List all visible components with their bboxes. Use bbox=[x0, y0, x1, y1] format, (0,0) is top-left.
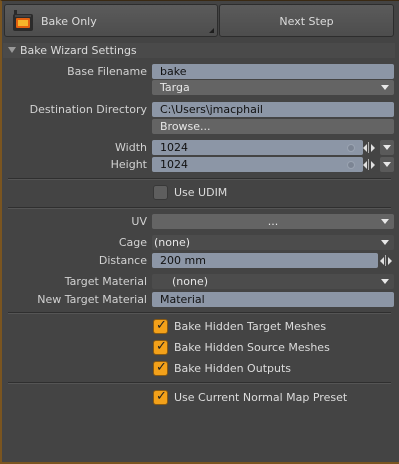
height-preset-dropdown[interactable] bbox=[380, 157, 394, 172]
height-value: 1024 bbox=[160, 158, 188, 171]
chevron-down-icon bbox=[381, 240, 389, 245]
cage-label: Cage bbox=[118, 236, 147, 249]
next-step-button[interactable]: Next Step bbox=[219, 4, 394, 37]
use-udim-label: Use UDIM bbox=[174, 186, 228, 199]
bake-hidden-outputs-label: Bake Hidden Outputs bbox=[174, 362, 291, 375]
height-keyframe-dot-icon[interactable] bbox=[347, 161, 355, 169]
chevron-down-icon bbox=[383, 145, 391, 150]
width-spinner-icon[interactable] bbox=[362, 141, 376, 154]
target-material-value: (none) bbox=[172, 275, 209, 288]
bake-hidden-source-meshes-checkbox[interactable]: ✓ bbox=[153, 339, 168, 355]
divider bbox=[8, 382, 391, 384]
divider bbox=[8, 207, 391, 209]
chevron-down-icon bbox=[381, 85, 389, 90]
bake-hidden-target-meshes-label: Bake Hidden Target Meshes bbox=[174, 320, 327, 333]
base-filename-label: Base Filename bbox=[67, 65, 147, 78]
width-preset-dropdown[interactable] bbox=[380, 140, 394, 155]
distance-input[interactable]: 200 mm bbox=[152, 253, 378, 268]
collapse-triangle-icon bbox=[8, 47, 16, 53]
distance-spinner-icon[interactable] bbox=[379, 254, 393, 267]
base-filename-input[interactable]: bake bbox=[152, 64, 394, 79]
uv-value: ... bbox=[267, 215, 279, 228]
width-keyframe-dot-icon[interactable] bbox=[347, 144, 355, 152]
section-header[interactable]: Bake Wizard Settings bbox=[3, 43, 395, 58]
chevron-down-icon bbox=[383, 162, 391, 167]
distance-label: Distance bbox=[98, 254, 147, 267]
new-target-material-label: New Target Material bbox=[37, 293, 147, 306]
bake-oven-icon bbox=[13, 10, 33, 31]
corner-indicator bbox=[209, 28, 214, 33]
height-input[interactable]: 1024 bbox=[152, 157, 363, 172]
format-value: Targa bbox=[160, 81, 190, 94]
uv-dropdown[interactable]: ... bbox=[152, 214, 394, 229]
next-step-label: Next Step bbox=[279, 15, 334, 28]
height-spinner-icon[interactable] bbox=[362, 158, 376, 171]
format-dropdown[interactable]: Targa bbox=[152, 80, 394, 95]
destination-input[interactable]: C:\Users\jmacphail bbox=[152, 102, 394, 117]
bake-hidden-outputs-checkbox[interactable]: ✓ bbox=[153, 360, 168, 376]
checkmark-icon: ✓ bbox=[156, 318, 167, 333]
cage-value: (none) bbox=[154, 236, 191, 249]
section-title: Bake Wizard Settings bbox=[20, 44, 137, 57]
uv-label: UV bbox=[131, 215, 147, 228]
target-material-dropdown[interactable]: (none) bbox=[152, 274, 394, 289]
checkmark-icon: ✓ bbox=[156, 339, 167, 354]
use-udim-checkbox[interactable] bbox=[153, 185, 168, 200]
divider bbox=[8, 178, 391, 180]
bake-hidden-source-meshes-label: Bake Hidden Source Meshes bbox=[174, 341, 330, 354]
browse-button[interactable]: Browse... bbox=[152, 119, 394, 134]
target-material-label: Target Material bbox=[64, 275, 147, 288]
distance-value: 200 mm bbox=[160, 254, 206, 267]
use-current-normal-map-preset-checkbox[interactable]: ✓ bbox=[153, 389, 168, 405]
checkmark-icon: ✓ bbox=[156, 360, 167, 375]
destination-label: Destination Directory bbox=[29, 103, 147, 116]
bake-only-label: Bake Only bbox=[41, 15, 97, 28]
width-input[interactable]: 1024 bbox=[152, 140, 363, 155]
chevron-down-icon bbox=[381, 279, 389, 284]
cage-dropdown[interactable]: (none) bbox=[152, 235, 394, 250]
checkmark-icon: ✓ bbox=[156, 389, 167, 404]
use-current-normal-map-preset-label: Use Current Normal Map Preset bbox=[174, 391, 348, 404]
new-target-material-input[interactable]: Material bbox=[152, 292, 394, 307]
height-label: Height bbox=[110, 158, 147, 171]
width-value: 1024 bbox=[160, 141, 188, 154]
divider bbox=[8, 312, 391, 314]
bake-only-button[interactable]: Bake Only bbox=[4, 4, 218, 37]
chevron-down-icon bbox=[381, 219, 389, 224]
width-label: Width bbox=[115, 141, 147, 154]
bake-hidden-target-meshes-checkbox[interactable]: ✓ bbox=[153, 318, 168, 334]
